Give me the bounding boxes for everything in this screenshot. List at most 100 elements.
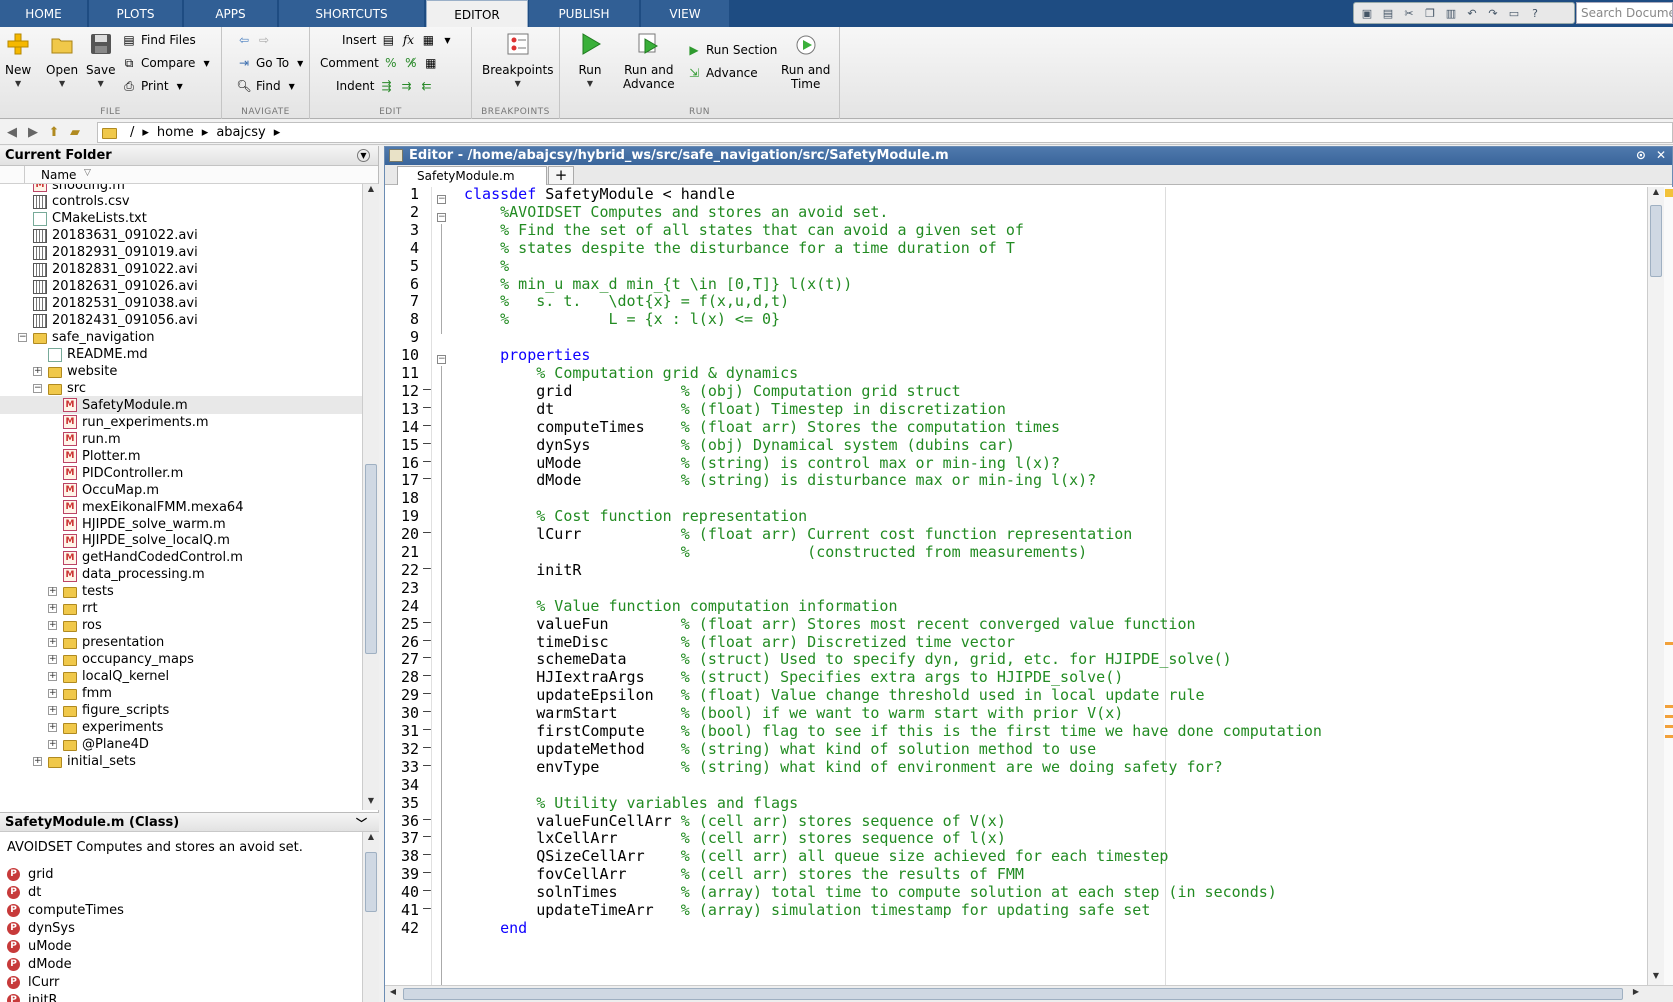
file-item[interactable]: M PIDController.m (0, 464, 362, 482)
scroll-left-icon[interactable]: ◀ (385, 987, 401, 1001)
expand-icon[interactable]: + (33, 756, 42, 766)
chevron-down-icon[interactable]: ﹀ (356, 815, 367, 831)
breakpoint-slot-icon[interactable]: – (423, 615, 431, 630)
file-item[interactable]: M SafetyModule.m (0, 396, 362, 415)
line-number[interactable]: 12 (385, 382, 419, 400)
analyzer-status-icon[interactable] (1665, 189, 1673, 197)
cut-icon[interactable]: ✂ (1400, 5, 1418, 21)
breakpoint-slot-icon[interactable]: – (423, 471, 431, 486)
warning-marker[interactable] (1665, 715, 1673, 718)
breakpoint-slot-icon[interactable]: – (423, 829, 431, 844)
scroll-thumb[interactable] (365, 464, 377, 654)
panel-actions-icon[interactable]: ▼ (357, 149, 370, 162)
line-number[interactable]: 19 (385, 507, 419, 525)
line-number[interactable]: 14 (385, 418, 419, 436)
expand-icon[interactable]: + (48, 621, 57, 631)
save-icon[interactable]: ▤ (1379, 5, 1397, 21)
fold-toggle-icon[interactable]: − (437, 195, 446, 204)
tab-plots[interactable]: PLOTS (89, 0, 183, 27)
property-item[interactable]: Pgrid (7, 865, 355, 883)
scroll-thumb[interactable] (1650, 205, 1662, 277)
code-line[interactable]: % s. t. \dot{x} = f(x,u,d,t) (464, 292, 789, 310)
expand-icon[interactable]: + (48, 722, 57, 732)
breakpoint-slot-icon[interactable]: – (423, 686, 431, 701)
scroll-up-icon[interactable]: ▲ (363, 832, 379, 846)
code-line[interactable]: envType % (string) what kind of environm… (464, 758, 1222, 776)
expand-icon[interactable]: + (48, 638, 57, 648)
compare-button[interactable]: ⧉ Compare ▼ (121, 55, 210, 71)
code-line[interactable]: initR (464, 561, 581, 579)
breakpoint-slot-icon[interactable]: – (423, 668, 431, 683)
fold-toggle-icon[interactable]: − (437, 213, 446, 222)
expand-icon[interactable]: + (48, 705, 57, 715)
line-number[interactable]: 8 (385, 310, 419, 328)
code-line[interactable]: dt % (float) Timestep in discretization (464, 400, 1006, 418)
fold-toggle-icon[interactable]: − (437, 355, 446, 364)
print-button[interactable]: ⎙ Print ▼ (121, 78, 183, 94)
new-button[interactable]: New ▼ (5, 31, 31, 88)
breakpoint-slot-icon[interactable]: – (423, 865, 431, 880)
folder-item[interactable]: − safe_navigation (0, 329, 362, 347)
code-line[interactable]: computeTimes % (float arr) Stores the co… (464, 418, 1060, 436)
scroll-down-icon[interactable]: ▼ (363, 796, 379, 810)
code-line[interactable]: % Utility variables and flags (464, 794, 798, 812)
comment-button[interactable]: Comment% %̸ ▦ (320, 55, 439, 71)
breakpoints-button[interactable]: Breakpoints ▼ (482, 31, 553, 88)
line-number[interactable]: 31 (385, 722, 419, 740)
breakpoint-slot-icon[interactable]: – (423, 901, 431, 916)
line-number[interactable]: 23 (385, 579, 419, 597)
file-item[interactable]: README.md (0, 346, 362, 364)
folder-item[interactable]: + figure_scripts (0, 701, 362, 719)
breakpoint-slot-icon[interactable]: – (423, 740, 431, 755)
browse-folder-icon[interactable]: ▰ (66, 123, 84, 141)
file-tree-scrollbar[interactable]: ▲ ▼ (362, 184, 379, 810)
expand-icon[interactable]: + (48, 655, 57, 665)
scroll-down-icon[interactable]: ▼ (1648, 971, 1664, 985)
line-number[interactable]: 3 (385, 221, 419, 239)
folder-item[interactable]: + ros (0, 617, 362, 635)
file-item[interactable]: Mrun_experiments.m (0, 413, 362, 431)
line-number[interactable]: 20 (385, 525, 419, 543)
folder-item[interactable]: + fmm (0, 685, 362, 703)
line-number[interactable]: 4 (385, 239, 419, 257)
line-number[interactable]: 24 (385, 597, 419, 615)
scroll-up-icon[interactable]: ▲ (363, 184, 379, 198)
breakpoint-slot-icon[interactable]: – (423, 400, 431, 415)
code-line[interactable]: solnTimes % (array) total time to comput… (464, 883, 1277, 901)
collapse-icon[interactable]: − (18, 333, 27, 343)
insert-button[interactable]: Insert ▤ fx ▦ ▼ (342, 32, 451, 48)
file-item[interactable]: 20182831_091022.avi (0, 261, 362, 279)
line-number[interactable]: 41 (385, 901, 419, 919)
file-item[interactable]: MmexEikonalFMM.mexa64 (0, 498, 362, 516)
find-files-button[interactable]: ▤ Find Files (121, 32, 195, 48)
line-number[interactable]: 37 (385, 829, 419, 847)
line-number[interactable]: 21 (385, 543, 419, 561)
line-number[interactable]: 33 (385, 758, 419, 776)
code-line[interactable]: warmStart % (bool) if we want to warm st… (464, 704, 1123, 722)
redo-icon[interactable]: ↷ (1484, 5, 1502, 21)
name-column-header[interactable]: Name ▽ (0, 166, 378, 184)
file-item[interactable]: controls.csv (0, 193, 362, 211)
forward-arrow-icon[interactable]: ⇨ (256, 32, 272, 48)
breakpoint-slot-icon[interactable]: – (423, 525, 431, 540)
folder-item[interactable]: + localQ_kernel (0, 668, 362, 686)
insert-code-icon[interactable]: ▦ (420, 32, 436, 48)
folder-item[interactable]: + occupancy_maps (0, 651, 362, 669)
code-line[interactable]: % min_u max_d min_{t \in [0,T]} l(x(t)) (464, 275, 852, 293)
folder-item[interactable]: + presentation (0, 634, 362, 652)
save-button[interactable]: Save ▼ (86, 31, 115, 88)
folder-item[interactable]: + rrt (0, 600, 362, 618)
line-number[interactable]: 15 (385, 436, 419, 454)
line-number[interactable]: 32 (385, 740, 419, 758)
code-line[interactable]: % (464, 257, 509, 275)
file-item[interactable]: 20183631_091022.avi (0, 227, 362, 245)
code-line[interactable]: grid % (obj) Computation grid struct (464, 382, 960, 400)
line-number[interactable]: 9 (385, 328, 419, 346)
line-number-gutter[interactable]: 1 2 3 4 5 6 7 8 9 10 11 12–13–14–15–16–17–18 19 20–21… (385, 187, 431, 985)
file-item[interactable]: 20182631_091026.avi (0, 278, 362, 296)
scroll-right-icon[interactable]: ▶ (1628, 987, 1644, 1001)
line-number[interactable]: 16 (385, 454, 419, 472)
file-item[interactable]: M HJIPDE_solve_localQ.m (0, 532, 362, 550)
file-item[interactable]: M Plotter.m (0, 447, 362, 465)
editor-horizontal-scrollbar[interactable]: ◀ ▶ (385, 985, 1673, 1002)
